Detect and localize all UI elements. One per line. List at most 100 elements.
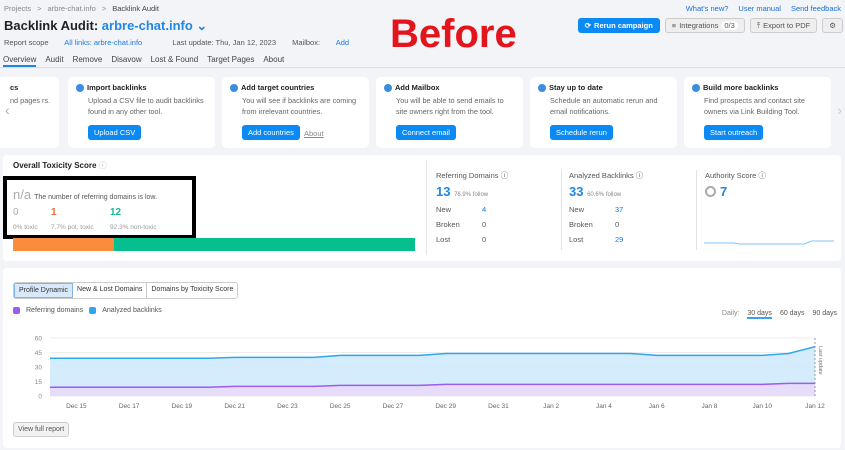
x-tick-label: Jan 12 (805, 403, 825, 410)
page-title: Backlink Audit: arbre-chat.info ⌄ (4, 18, 207, 34)
checkbox-referring-domains[interactable] (13, 307, 20, 314)
integrations-button[interactable]: ≡ Integrations 0/3 (664, 18, 745, 33)
title-text: Backlink Audit: (4, 18, 99, 33)
y-tick-label: 30 (35, 365, 43, 372)
new-value[interactable]: 4 (482, 205, 486, 214)
refresh-icon: ⟳ (584, 21, 592, 30)
x-tick-label: Dec 31 (488, 403, 509, 410)
x-tick-label: Jan 8 (702, 403, 718, 410)
scope-link[interactable]: All links: arbre-chat.info (64, 38, 142, 47)
domain-selector[interactable]: arbre-chat.info ⌄ (102, 18, 208, 33)
new-value[interactable]: 37 (615, 205, 623, 214)
period-30-days[interactable]: 30 days (747, 310, 772, 319)
checkbox-analyzed-backlinks[interactable] (89, 307, 97, 314)
legend-backlinks: Analyzed backlinks (102, 307, 162, 314)
card-import-backlinks: Import backlinks Upload a CSV file to aud… (68, 77, 215, 148)
tab-target-pages[interactable]: Target Pages (207, 55, 254, 67)
rerun-label: Rerun campaign (594, 21, 653, 30)
period-60-days[interactable]: 60 days (780, 310, 805, 319)
tab-remove[interactable]: Remove (73, 55, 103, 67)
last-update-label: Last update (817, 346, 823, 375)
lost-value: 0 (482, 235, 487, 244)
card-title: Import backlinks (87, 83, 147, 92)
crumb-sep: > (37, 4, 42, 13)
tab-overview[interactable]: Overview (3, 55, 37, 67)
add-countries-button[interactable]: Add countries (242, 125, 300, 140)
card-text: You will see if backlinks are coming fro… (242, 96, 357, 116)
divider (561, 170, 562, 250)
about-link[interactable]: About (304, 129, 324, 138)
crumb-domain[interactable]: arbre-chat.info (47, 4, 95, 13)
upload-csv-button[interactable]: Upload CSV (88, 125, 142, 140)
x-tick-label: Dec 25 (330, 403, 351, 410)
stat-value[interactable]: 33 (569, 184, 583, 199)
referring-domains-stat: Referring Domains ⓘ 13 76.9% follow New 4… (436, 171, 509, 244)
card-text: nd pages rs. (10, 96, 51, 105)
schedule-rerun-button[interactable]: Schedule rerun (550, 125, 613, 140)
card-title: Build more backlinks (703, 83, 779, 92)
info-icon (230, 83, 238, 92)
whats-new-link[interactable]: What's new? (686, 4, 729, 13)
authority-score-stat: Authority Score ⓘ 7 (705, 171, 766, 199)
tab-audit[interactable]: Audit (45, 55, 63, 67)
card-title: Add Mailbox (395, 83, 440, 92)
row-label: New (436, 205, 452, 214)
non-toxic-label: 92.3% non-toxic (110, 224, 157, 231)
row-label: Lost (436, 235, 451, 244)
period-selector: Daily: 30 days 60 days 90 days (722, 310, 837, 319)
settings-button[interactable]: ⚙ (822, 18, 843, 33)
toxicity-title: Overall Toxicity Score ⓘ (13, 160, 107, 171)
start-outreach-button[interactable]: Start outreach (704, 125, 764, 140)
connect-email-button[interactable]: Connect email (396, 125, 456, 140)
legend-referring: Referring domains (26, 307, 84, 314)
tab-lost-found[interactable]: Lost & Found (151, 55, 199, 67)
authority-sparkline (704, 240, 834, 245)
lost-value[interactable]: 29 (615, 235, 623, 244)
period-90-days[interactable]: 90 days (812, 310, 837, 319)
card-title: Add target countries (241, 83, 315, 92)
card-title: Stay up to date (549, 83, 603, 92)
tab-new-lost-domains[interactable]: New & Lost Domains (73, 283, 148, 298)
divider (426, 160, 427, 255)
y-tick-label: 60 (35, 336, 43, 343)
toxic-count: 0 (13, 207, 19, 218)
scope-label: Report scope (4, 38, 49, 47)
tab-profile-dynamic[interactable]: Profile Dynamic (14, 283, 74, 298)
x-tick-label: Dec 17 (119, 403, 140, 410)
info-icon (76, 83, 84, 92)
card-target-countries: Add target countries You will see if back… (222, 77, 369, 148)
row-label: Lost (569, 235, 584, 244)
user-manual-link[interactable]: User manual (738, 4, 781, 13)
breadcrumb: Projects > arbre-chat.info > Backlink Audit (4, 4, 165, 13)
mailbox-add-link[interactable]: Add (336, 38, 349, 47)
x-tick-label: Dec 29 (435, 403, 456, 410)
view-full-report-button[interactable]: View full report (13, 422, 70, 437)
info-icon (538, 83, 546, 92)
chart-legend: Referring domains Analyzed backlinks (13, 307, 162, 314)
divider (696, 170, 697, 250)
tab-about[interactable]: About (263, 55, 284, 67)
row-label: Broken (569, 220, 593, 229)
upload-icon: ⤒ (756, 20, 761, 30)
export-pdf-button[interactable]: ⤒ Export to PDF (749, 18, 818, 33)
rerun-campaign-button[interactable]: ⟳ Rerun campaign (577, 18, 660, 33)
profile-dynamic-chart: 60 45 30 15 0 Last update Dec 15 Dec 17 Dec 19 De… (35, 336, 825, 411)
broken-value: 0 (482, 220, 487, 229)
stat-value[interactable]: 13 (436, 184, 450, 199)
x-tick-label: Dec 27 (383, 403, 404, 410)
carousel-prev-icon[interactable]: ‹ (5, 102, 10, 118)
x-tick-label: Jan 4 (596, 403, 612, 410)
y-tick-label: 45 (35, 350, 43, 357)
send-feedback-link[interactable]: Send feedback (791, 4, 841, 13)
x-tick-label: Jan 2 (543, 403, 559, 410)
crumb-sep: > (101, 4, 107, 13)
tab-domains-by-toxicity[interactable]: Domains by Toxicity Score (147, 283, 238, 298)
stat-value: 7 (720, 184, 728, 199)
non-toxic-count: 12 (110, 207, 122, 218)
card-build-backlinks: Build more backlinks Find prospects and c… (684, 77, 831, 148)
crumb-projects[interactable]: Projects (4, 4, 31, 13)
chart-tabs: Profile Dynamic New & Lost Domains Domains… (13, 282, 239, 299)
integrations-icon: ≡ (671, 21, 677, 30)
carousel-next-icon[interactable]: › (837, 102, 842, 118)
tab-disavow[interactable]: Disavow (111, 55, 141, 67)
